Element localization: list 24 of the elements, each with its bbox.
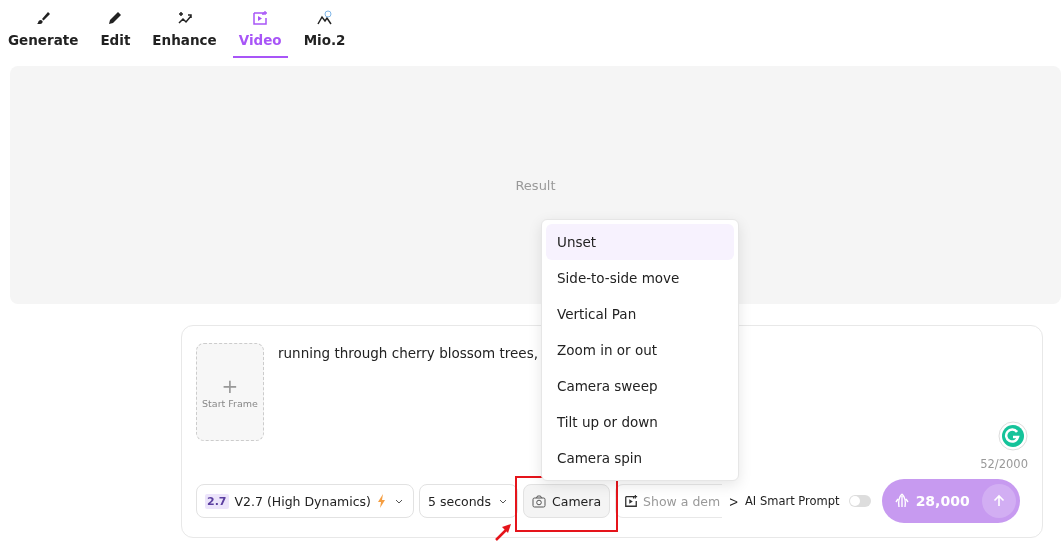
result-label: Result [515,177,556,193]
camera-menu-item[interactable]: Tilt up or down [546,404,734,440]
camera-menu-item[interactable]: Camera spin [546,440,734,476]
smart-prompt-label: AI Smart Prompt [745,494,840,508]
scroll-right-button[interactable]: > [727,492,740,510]
model-select[interactable]: 2.7 V2.7 (High Dynamics) [196,484,414,518]
camera-menu-item[interactable]: Camera sweep [546,368,734,404]
character-counter: 52/2000 [980,457,1028,471]
mode-tab[interactable]: Mio.2 [297,0,352,58]
model-badge: 2.7 [205,493,229,509]
camera-menu-item[interactable]: Zoom in or out [546,332,734,368]
plus-icon: + [221,375,239,396]
camera-button[interactable]: Camera [523,484,611,518]
mode-tab[interactable]: Edit [94,0,137,58]
duration-select[interactable]: 5 seconds [419,484,519,518]
mode-tab[interactable]: Generate [2,0,85,58]
camera-menu-item[interactable]: Unset [546,224,734,260]
prompt-text[interactable]: running through cherry blossom trees, [278,345,538,361]
mode-tab[interactable]: Enhance [146,0,223,58]
camera-menu-item[interactable]: Side-to-side move [546,260,734,296]
start-frame-label: Start Frame [202,397,258,409]
mode-tab[interactable]: Video [232,0,288,58]
camera-menu-item[interactable]: Vertical Pan [546,296,734,332]
start-frame-upload[interactable]: + Start Frame [196,343,264,441]
